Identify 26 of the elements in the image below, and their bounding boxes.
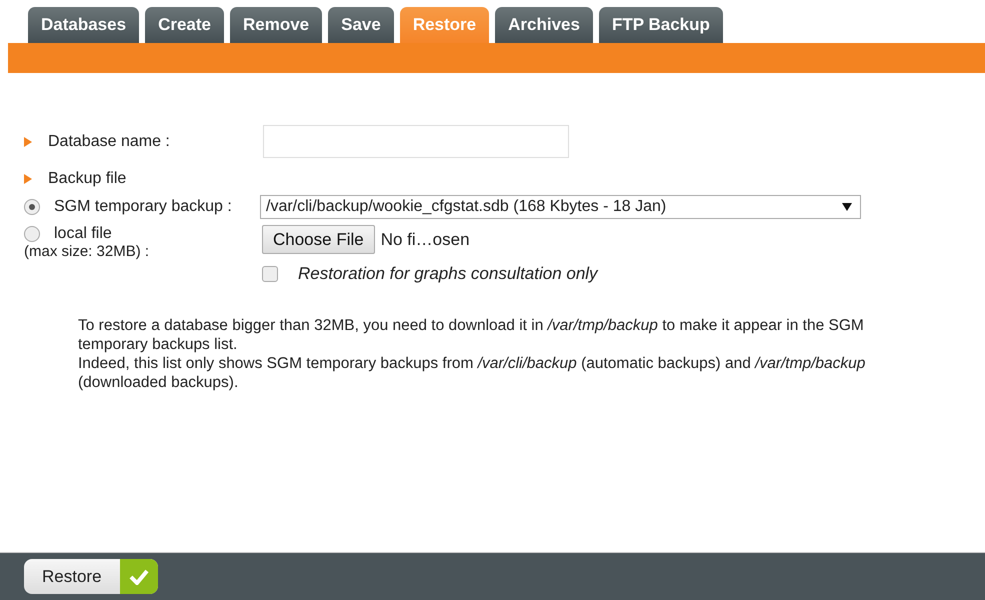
- tab[interactable]: FTP Backup: [598, 7, 723, 43]
- info-text: To restore a database bigger than 32MB, you need to download it in /var/tmp/backup to make it appear in the SGM temporary backups list.: [78, 316, 865, 354]
- section-label: Backup file: [48, 170, 126, 188]
- radio-label: local file: [54, 225, 112, 243]
- size-note: (max size: 32MB) :: [24, 243, 150, 260]
- checkbox[interactable]: [262, 266, 278, 282]
- tab[interactable]: Databases: [28, 7, 140, 43]
- check-icon: [128, 568, 149, 584]
- field-label: Database name :: [48, 132, 171, 150]
- restore-button[interactable]: Restore: [24, 559, 158, 594]
- tab[interactable]: Remove: [230, 7, 322, 43]
- input-field[interactable]: [263, 125, 569, 158]
- file-status: No fi…osen: [380, 229, 470, 251]
- radio-button[interactable]: [24, 199, 40, 215]
- checkbox-label: Restoration for graphs consultation only: [298, 264, 598, 284]
- info-text: Indeed, this list only shows SGM temporary backups from /var/cli/backup (automatic backups) and /var/tmp/backup (downloaded backups).: [78, 354, 866, 392]
- backup-select[interactable]: /var/cli/backup/wookie_cfgstat.sdb (168 Kbytes - 18 Jan): [260, 195, 861, 219]
- tab[interactable]: Archives: [495, 7, 593, 43]
- arrow-icon: [24, 136, 32, 146]
- tab[interactable]: Create: [145, 7, 224, 43]
- radio-label: SGM temporary backup :: [54, 198, 233, 216]
- arrow-icon: [24, 174, 32, 184]
- tab[interactable]: Save: [328, 7, 394, 43]
- radio-button[interactable]: [24, 226, 40, 242]
- dropdown-icon: [842, 203, 852, 211]
- choose-file-button[interactable]: Choose File: [262, 225, 375, 254]
